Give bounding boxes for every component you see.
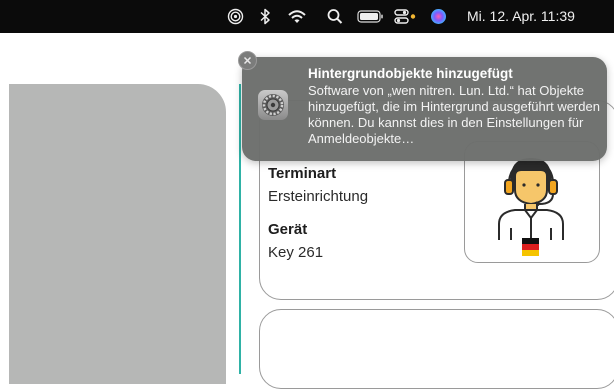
clock[interactable]: Mi. 12. Apr. 11:39 <box>467 8 575 24</box>
bluetooth-icon[interactable] <box>259 8 271 25</box>
settings-gear-icon <box>258 90 288 120</box>
terminal-type-label: Terminart <box>268 165 337 182</box>
notification-body: Software von „wen nitren. Lun. Ltd.“ hat… <box>308 83 600 146</box>
siri-icon[interactable] <box>430 8 447 25</box>
close-icon <box>243 56 252 65</box>
support-agent-icon <box>498 158 564 240</box>
divider-line <box>239 84 241 374</box>
left-panel <box>9 84 226 384</box>
airdrop-icon[interactable] <box>227 8 244 25</box>
notification-title: Hintergrundobjekte hinzugefügt <box>308 66 513 81</box>
menu-bar: Mi. 12. Apr. 11:39 <box>0 0 614 33</box>
battery-icon[interactable] <box>357 8 385 25</box>
second-card <box>259 309 614 389</box>
device-value: Key 261 <box>268 244 324 261</box>
device-label: Gerät <box>268 221 308 238</box>
search-icon[interactable] <box>327 8 343 25</box>
background-items-notification[interactable]: Hintergrundobjekte hinzugefügt Software … <box>242 57 607 161</box>
control-center-icon[interactable] <box>394 8 416 25</box>
germany-flag-icon <box>522 238 539 256</box>
terminal-type-value: Ersteinrichtung <box>268 188 369 205</box>
notification-close-button[interactable] <box>238 51 257 70</box>
wifi-icon[interactable] <box>287 8 307 25</box>
